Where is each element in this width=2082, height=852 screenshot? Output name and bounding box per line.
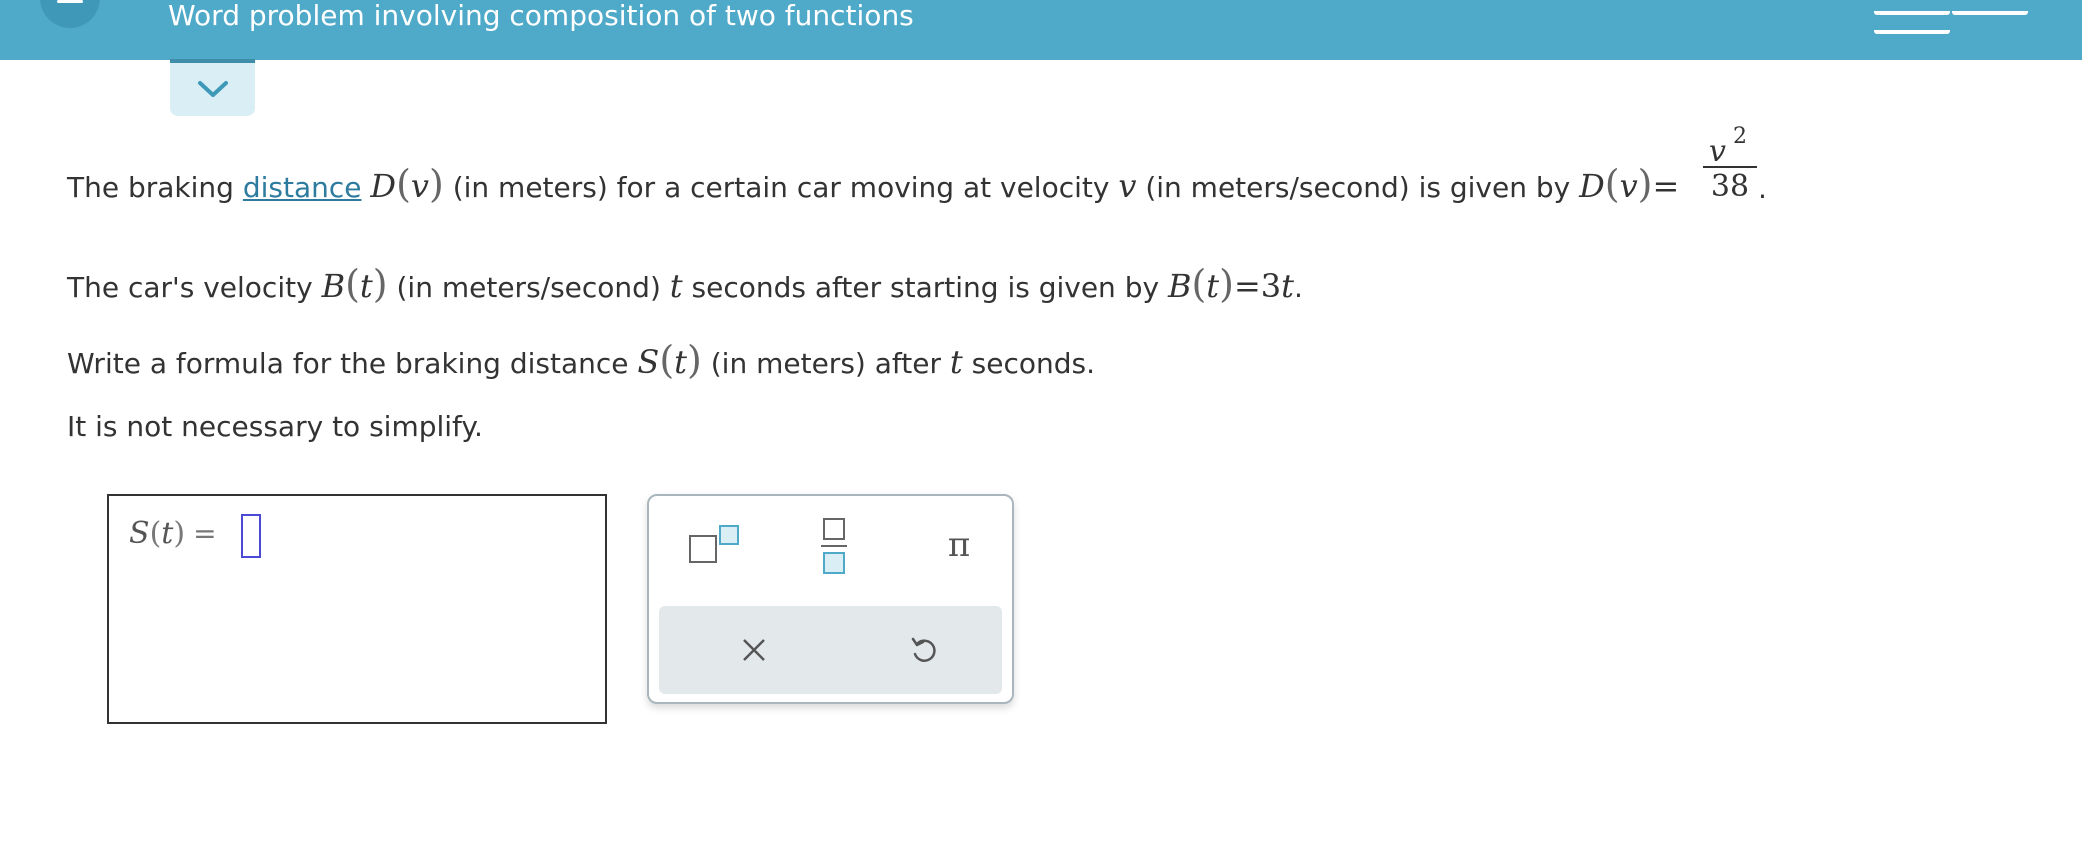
- math-D: D: [1579, 167, 1605, 205]
- problem-text: seconds.: [962, 347, 1095, 380]
- problem-text: (in meters/second) is given by: [1136, 171, 1580, 204]
- math-t: t: [1206, 267, 1220, 305]
- math-D: D: [370, 167, 397, 205]
- keypad-action-row: [659, 606, 1002, 694]
- paren-open: (: [1604, 162, 1620, 206]
- fraction-denominator: 38: [1710, 169, 1750, 204]
- paren-close: ): [372, 262, 388, 306]
- answer-box[interactable]: S(t) =: [107, 494, 607, 724]
- math-B: B: [1167, 267, 1192, 305]
- problem-text: seconds after starting is given by: [682, 271, 1168, 304]
- top-tab-1[interactable]: [1874, 11, 1950, 15]
- math-equals: =: [1233, 267, 1261, 305]
- problem-text: The braking: [67, 171, 243, 204]
- pi-button[interactable]: π: [929, 520, 989, 570]
- superscript-button[interactable]: [679, 520, 749, 570]
- undo-icon: [911, 637, 936, 662]
- paren-open: (: [659, 338, 675, 382]
- braking-distance-fraction: v 2 38: [1703, 120, 1757, 206]
- fraction-template-icon: [821, 518, 847, 574]
- problem-text: (in meters) for a certain car moving at …: [443, 171, 1119, 204]
- answer-label: S(t) =: [129, 516, 225, 551]
- top-right-tabs: [1872, 0, 2082, 34]
- math-B: B: [321, 267, 346, 305]
- math-t: t: [669, 267, 683, 305]
- problem-line-3: Write a formula for the braking distance…: [67, 338, 1095, 382]
- top-tab-3[interactable]: [1874, 30, 1950, 34]
- math-t: t: [161, 516, 174, 551]
- math-coefficient: 3: [1260, 267, 1282, 305]
- paren-close: ): [428, 162, 444, 206]
- sentence-period: .: [1294, 271, 1303, 304]
- undo-button[interactable]: [889, 625, 959, 675]
- menu-icon: [57, 0, 83, 3]
- problem-text: (in meters/second): [387, 271, 670, 304]
- problem-line-4: It is not necessary to simplify.: [67, 410, 483, 443]
- clear-button[interactable]: [719, 625, 789, 675]
- math-v: v: [1619, 167, 1638, 205]
- close-icon: [743, 639, 765, 661]
- paren-open: (: [396, 162, 411, 206]
- menu-button[interactable]: [40, 0, 100, 28]
- fraction-button[interactable]: [804, 514, 864, 578]
- superscript-template-icon: [689, 525, 739, 563]
- math-v: v: [410, 167, 429, 205]
- paren-close: ): [173, 516, 186, 551]
- exponent: 2: [1733, 124, 1747, 149]
- paren-open: (: [149, 516, 162, 551]
- math-v: v: [1118, 167, 1137, 205]
- math-equals: =: [1652, 167, 1680, 205]
- math-keypad: π: [647, 494, 1014, 704]
- problem-text: (in meters) after: [701, 347, 950, 380]
- math-S: S: [129, 516, 150, 551]
- math-t: t: [359, 267, 373, 305]
- sentence-period: .: [1758, 172, 1767, 205]
- distance-link[interactable]: distance: [243, 171, 362, 204]
- fraction-numerator: v 2: [1703, 120, 1757, 169]
- page-title: Word problem involving composition of tw…: [168, 0, 914, 32]
- top-tab-2[interactable]: [1952, 11, 2028, 15]
- problem-line-2: The car's velocity B(t) (in meters/secon…: [67, 262, 1303, 306]
- math-equals: =: [193, 517, 217, 550]
- math-S: S: [637, 343, 660, 381]
- chevron-down-icon: [198, 81, 228, 97]
- paren-open: (: [345, 262, 360, 306]
- paren-close: ): [1637, 162, 1653, 206]
- math-v: v: [1709, 134, 1726, 169]
- problem-line-1: The braking distance D(v) (in meters) fo…: [67, 162, 1679, 206]
- paren-open: (: [1191, 262, 1207, 306]
- answer-input[interactable]: [241, 514, 261, 558]
- math-t: t: [674, 343, 688, 381]
- top-header-bar: Word problem involving composition of tw…: [0, 0, 2082, 60]
- paren-close: ): [687, 338, 702, 382]
- paren-close: ): [1219, 262, 1234, 306]
- problem-text: Write a formula for the braking distance: [67, 347, 638, 380]
- math-t: t: [1281, 267, 1295, 305]
- math-t: t: [949, 343, 963, 381]
- collapse-header-button[interactable]: [170, 59, 255, 116]
- problem-text: The car's velocity: [67, 271, 322, 304]
